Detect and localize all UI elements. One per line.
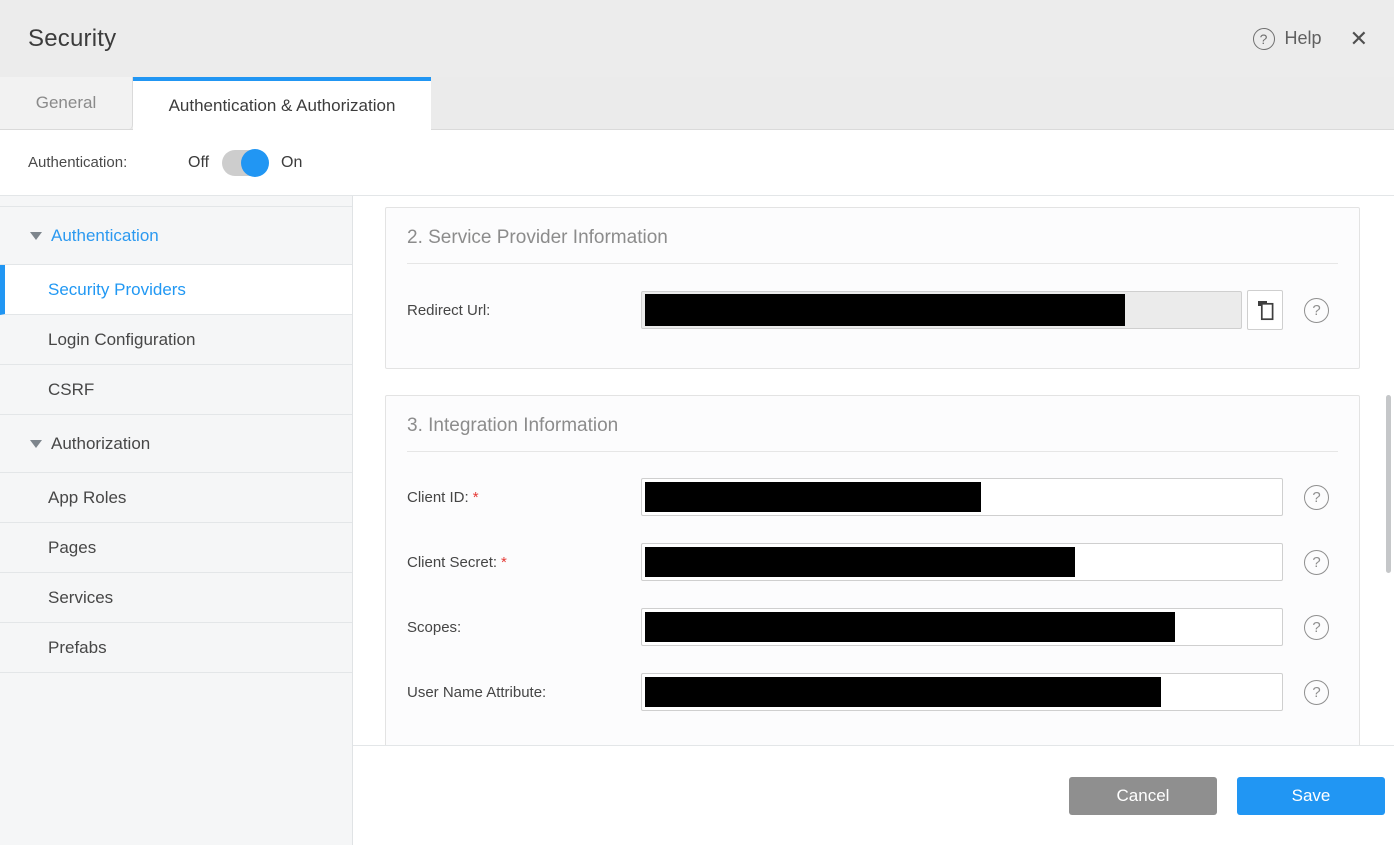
field-label: Redirect Url: [407,302,641,319]
authentication-switch[interactable] [222,150,268,176]
toggle-on-label: On [281,154,302,172]
footer-bar: Cancel Save [353,745,1394,845]
field-help-icon[interactable]: ? [1304,615,1329,640]
required-asterisk: * [473,489,479,506]
sidebar-item-security-providers[interactable]: Security Providers [0,265,352,315]
main-content: 2. Service Provider Information Redirect… [353,196,1394,845]
text-input[interactable] [641,673,1283,711]
page-title: Security [28,25,116,53]
sidebar-item-login-configuration[interactable]: Login Configuration [0,315,352,365]
close-icon[interactable]: ✕ [1350,28,1368,50]
dialog-header: Security ? Help ✕ [0,0,1394,77]
section-title: 2. Service Provider Information [407,208,1338,249]
sidebar-item-label: Authentication [51,226,159,246]
settings-section: 3. Integration Information Client ID:* ?… [385,395,1360,745]
authentication-toggle-label: Authentication: [28,154,188,171]
sidebar-item-authentication[interactable]: Authentication [0,207,352,265]
field-label: Scopes: [407,619,641,636]
section-fields: Redirect Url: ? [407,290,1338,330]
chevron-down-icon [30,440,42,448]
text-input[interactable] [641,478,1283,516]
switch-knob [241,149,269,177]
sidebar-item-label: Pages [48,538,96,558]
header-actions: ? Help ✕ [1253,28,1368,50]
question-circle-icon: ? [1253,28,1275,50]
sidebar-item-label: Login Configuration [48,330,195,350]
field-help-icon[interactable]: ? [1304,680,1329,705]
security-dialog: Security ? Help ✕ General Authentication… [0,0,1394,845]
redacted-value [645,677,1161,707]
sidebar-item-label: Services [48,588,113,608]
sidebar-item-services[interactable]: Services [0,573,352,623]
sidebar-list: Authentication Security Providers Login … [0,206,352,673]
field-help-icon[interactable]: ? [1304,298,1329,323]
cancel-button[interactable]: Cancel [1069,777,1217,815]
form-field-row: Client Secret:* ? [407,543,1338,581]
settings-scroll-area: 2. Service Provider Information Redirect… [353,196,1394,745]
sidebar-item-prefabs[interactable]: Prefabs [0,623,352,673]
help-button[interactable]: ? Help [1253,28,1322,50]
sidebar: Authentication Security Providers Login … [0,196,353,845]
sidebar-item-pages[interactable]: Pages [0,523,352,573]
redacted-value [645,294,1125,326]
text-input[interactable] [641,608,1283,646]
sidebar-item-label: Security Providers [48,280,186,300]
field-label: Client Secret:* [407,554,641,571]
form-field-row: Redirect Url: ? [407,290,1338,330]
tab-general[interactable]: General [0,77,133,129]
dialog-body: Authentication Security Providers Login … [0,196,1394,845]
text-input[interactable] [641,543,1283,581]
text-input[interactable] [641,291,1242,329]
sidebar-item-label: Prefabs [48,638,107,658]
save-button[interactable]: Save [1237,777,1385,815]
required-asterisk: * [501,554,507,571]
tab-bar: General Authentication & Authorization [0,77,1394,130]
authentication-toggle-row: Authentication: Off On [0,130,1394,196]
form-field-row: User Name Attribute: ? [407,673,1338,711]
help-label: Help [1285,28,1322,49]
sidebar-item-authorization[interactable]: Authorization [0,415,352,473]
tab-authentication-authorization[interactable]: Authentication & Authorization [133,77,431,130]
section-divider [407,451,1338,452]
chevron-down-icon [30,232,42,240]
section-title: 3. Integration Information [407,396,1338,437]
sidebar-item-csrf[interactable]: CSRF [0,365,352,415]
redacted-value [645,482,981,512]
sidebar-item-label: App Roles [48,488,126,508]
section-divider [407,263,1338,264]
sidebar-item-label: CSRF [48,380,94,400]
field-label: User Name Attribute: [407,684,641,701]
toggle-off-label: Off [188,154,209,172]
section-fields: Client ID:* ? Client Secret:* ? Scopes: … [407,478,1338,711]
settings-section: 2. Service Provider Information Redirect… [385,207,1360,369]
redacted-value [645,547,1075,577]
field-label: Client ID:* [407,489,641,506]
field-help-icon[interactable]: ? [1304,550,1329,575]
redacted-value [645,612,1175,642]
vertical-scrollbar[interactable] [1386,395,1391,573]
form-field-row: Scopes: ? [407,608,1338,646]
copy-icon [1257,300,1274,321]
copy-button[interactable] [1247,290,1283,330]
sidebar-item-label: Authorization [51,434,150,454]
form-field-row: Client ID:* ? [407,478,1338,516]
field-help-icon[interactable]: ? [1304,485,1329,510]
sidebar-item-app-roles[interactable]: App Roles [0,473,352,523]
